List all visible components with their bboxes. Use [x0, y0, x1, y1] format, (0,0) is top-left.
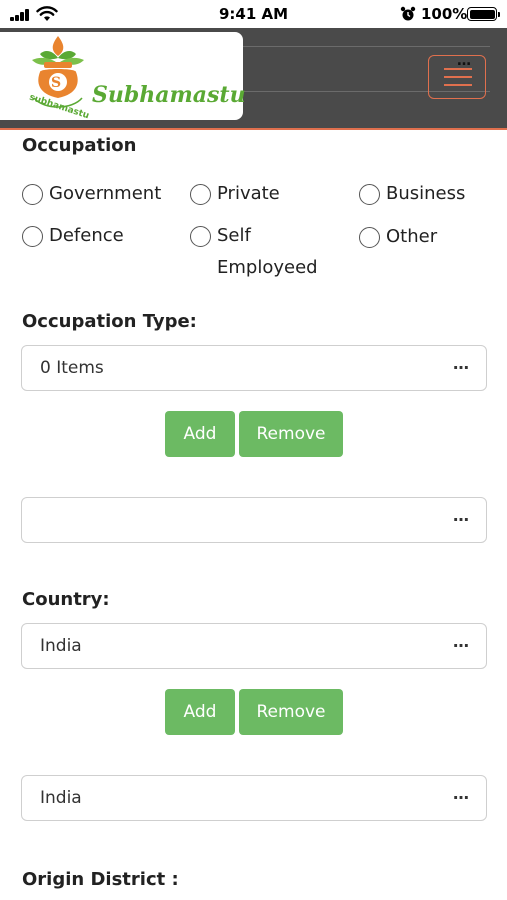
country-select[interactable]: India …	[21, 623, 487, 669]
country-selected-list[interactable]: India …	[21, 775, 487, 821]
radio-other[interactable]: Other	[359, 226, 437, 253]
radio-circle[interactable]	[359, 184, 380, 205]
select-value: India	[40, 788, 82, 808]
occupation-type-remove-button[interactable]: Remove	[239, 411, 343, 457]
radio-label: Business	[386, 183, 466, 204]
radio-circle[interactable]	[190, 184, 211, 205]
profile-form: Occupation Government Private Business D…	[0, 0, 507, 900]
select-value: India	[40, 636, 82, 656]
radio-label: Other	[386, 226, 438, 247]
radio-circle[interactable]	[22, 226, 43, 247]
radio-label: Defence	[49, 225, 124, 246]
origin-district-label: Origin District :	[22, 869, 179, 890]
radio-business[interactable]: Business	[359, 183, 465, 210]
radio-circle[interactable]	[22, 184, 43, 205]
occupation-label: Occupation	[22, 135, 137, 156]
radio-circle[interactable]	[190, 226, 211, 247]
radio-private[interactable]: Private	[190, 183, 280, 210]
more-icon[interactable]: …	[453, 784, 470, 803]
radio-defence[interactable]: Defence	[22, 225, 124, 252]
select-value: 0 Items	[40, 358, 104, 378]
occupation-type-select[interactable]: 0 Items …	[21, 345, 487, 391]
country-add-button[interactable]: Add	[165, 689, 235, 735]
country-label: Country:	[22, 589, 110, 610]
more-icon[interactable]: …	[453, 506, 470, 525]
radio-circle[interactable]	[359, 227, 380, 248]
radio-label: Private	[217, 183, 280, 204]
radio-government[interactable]: Government	[22, 183, 161, 210]
more-icon[interactable]: …	[453, 354, 470, 373]
occupation-type-add-button[interactable]: Add	[165, 411, 235, 457]
radio-label: Self Employeed	[217, 225, 318, 278]
occupation-type-selected-list[interactable]: …	[21, 497, 487, 543]
radio-label: Government	[49, 183, 162, 204]
country-remove-button[interactable]: Remove	[239, 689, 343, 735]
occupation-type-label: Occupation Type:	[22, 311, 197, 332]
more-icon[interactable]: …	[453, 632, 470, 651]
radio-self-employed[interactable]: Self Employeed	[190, 225, 318, 284]
